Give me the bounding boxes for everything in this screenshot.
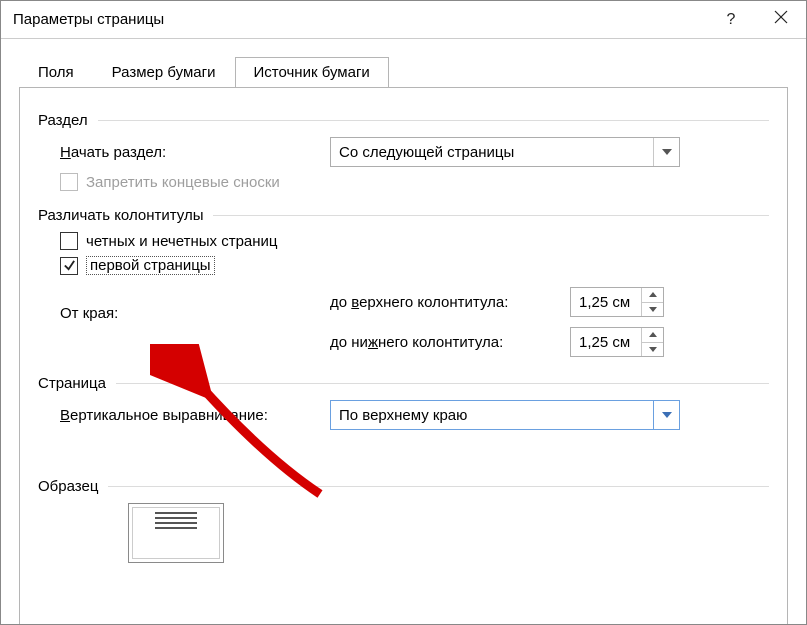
- hf-section-header: Различать колонтитулы: [38, 207, 769, 224]
- from-edge-row: От края: до верхнего колонтитула: 1,25 с…: [60, 287, 769, 357]
- titlebar: Параметры страницы ?: [1, 1, 806, 39]
- section-section-header: Раздел: [38, 112, 769, 129]
- odd-even-label: четных и нечетных страниц: [86, 233, 278, 250]
- preview-section-header: Образец: [38, 478, 769, 495]
- chevron-down-icon: [653, 401, 679, 429]
- page-section-label: Страница: [38, 375, 106, 392]
- close-icon: [774, 10, 788, 29]
- to-footer-label: до нижнего колонтитула:: [330, 334, 570, 351]
- valign-label: Вертикальное выравнивание:: [60, 407, 330, 424]
- header-distance-spinner[interactable]: 1,25 см: [570, 287, 664, 317]
- valign-select[interactable]: По верхнему краю: [330, 400, 680, 430]
- hf-section-label: Различать колонтитулы: [38, 207, 203, 224]
- footer-distance-value: 1,25 см: [571, 328, 641, 356]
- odd-even-row: четных и нечетных страниц: [60, 232, 769, 250]
- tabstrip: Поля Размер бумаги Источник бумаги: [19, 53, 788, 87]
- from-edge-label: От края:: [60, 287, 330, 322]
- header-distance-value: 1,25 см: [571, 288, 641, 316]
- valign-value: По верхнему краю: [339, 407, 467, 424]
- start-section-label: Начать раздел:: [60, 144, 330, 161]
- tab-fields[interactable]: Поля: [19, 57, 93, 88]
- spinner-up-icon[interactable]: [642, 288, 663, 302]
- first-page-label: первой страницы: [86, 256, 215, 275]
- tab-panel: Раздел Начать раздел: Со следующей стран…: [19, 87, 788, 625]
- client-area: Поля Размер бумаги Источник бумаги Разде…: [1, 39, 806, 625]
- spinner-up-icon[interactable]: [642, 328, 663, 342]
- spinner-down-icon[interactable]: [642, 302, 663, 317]
- chevron-down-icon: [653, 138, 679, 166]
- close-button[interactable]: [756, 1, 806, 39]
- first-page-row: первой страницы: [60, 256, 769, 275]
- help-button[interactable]: ?: [706, 1, 756, 39]
- start-section-row: Начать раздел: Со следующей страницы: [60, 137, 769, 167]
- first-page-checkbox[interactable]: [60, 257, 78, 275]
- page-setup-dialog: Параметры страницы ? Поля Размер бумаги …: [0, 0, 807, 625]
- suppress-endnotes-row: Запретить концевые сноски: [60, 173, 769, 191]
- section-section-label: Раздел: [38, 112, 88, 129]
- start-section-value: Со следующей страницы: [339, 144, 514, 161]
- preview-section-label: Образец: [38, 478, 98, 495]
- to-header-label: до верхнего колонтитула:: [330, 294, 570, 311]
- odd-even-checkbox[interactable]: [60, 232, 78, 250]
- dialog-title: Параметры страницы: [13, 11, 706, 28]
- page-section-header: Страница: [38, 375, 769, 392]
- spinner-down-icon[interactable]: [642, 342, 663, 357]
- footer-distance-spinner[interactable]: 1,25 см: [570, 327, 664, 357]
- help-icon: ?: [727, 11, 736, 29]
- suppress-endnotes-label: Запретить концевые сноски: [86, 174, 280, 191]
- preview-thumbnail: [128, 503, 224, 563]
- start-section-select[interactable]: Со следующей страницы: [330, 137, 680, 167]
- suppress-endnotes-checkbox: [60, 173, 78, 191]
- tab-paper-source[interactable]: Источник бумаги: [235, 57, 389, 88]
- valign-row: Вертикальное выравнивание: По верхнему к…: [60, 400, 769, 430]
- tab-paper-size[interactable]: Размер бумаги: [93, 57, 235, 88]
